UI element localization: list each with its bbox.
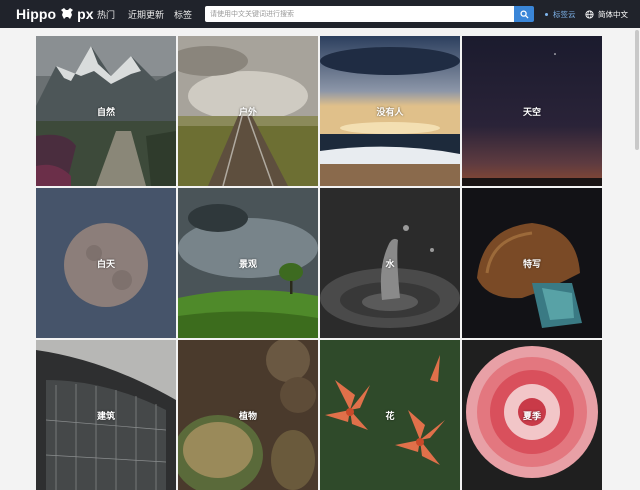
tag-cloud-label: 标签云: [553, 9, 576, 19]
category-tile-architecture[interactable]: 建筑: [36, 340, 176, 490]
category-tile-water[interactable]: 水: [320, 188, 460, 338]
nav-tags[interactable]: 标签: [174, 0, 192, 28]
category-tile-summer[interactable]: 夏季: [462, 340, 602, 490]
globe-icon: [585, 9, 594, 19]
logo-text-right: px: [77, 6, 94, 22]
category-label: 花: [385, 411, 395, 422]
tag-cloud-link[interactable]: 标签云: [545, 0, 576, 28]
category-label: 天空: [522, 107, 541, 118]
category-label: 景观: [238, 259, 257, 270]
top-navigation-bar: Hippo px 热门 近期更新 标签 标签云 简体中文: [0, 0, 640, 28]
category-tile-daytime[interactable]: 白天: [36, 188, 176, 338]
search-input[interactable]: [205, 6, 514, 22]
category-tile-closeup[interactable]: 特写: [462, 188, 602, 338]
nav-recent-updates[interactable]: 近期更新: [128, 0, 164, 28]
hippopx-logo[interactable]: Hippo px: [16, 5, 94, 23]
search-button[interactable]: [514, 6, 534, 22]
hippo-logo-icon: [61, 8, 74, 19]
scrollbar-thumb[interactable]: [635, 30, 639, 150]
category-label: 特写: [522, 259, 541, 270]
nav-popular[interactable]: 热门: [97, 0, 115, 28]
category-label: 水: [385, 259, 395, 270]
category-label: 建筑: [96, 411, 115, 422]
category-label: 植物: [238, 411, 257, 422]
category-tile-sky[interactable]: 天空: [462, 36, 602, 186]
category-label: 自然: [96, 107, 115, 118]
page-scrollbar[interactable]: [634, 28, 640, 475]
category-label: 户外: [238, 107, 257, 118]
category-label: 没有人: [376, 107, 404, 118]
category-tile-nature[interactable]: 自然: [36, 36, 176, 186]
category-label: 白天: [96, 259, 115, 270]
category-tile-outdoor[interactable]: 户外: [178, 36, 318, 186]
language-label: 简体中文: [598, 9, 628, 19]
category-tile-flowers[interactable]: 花: [320, 340, 460, 490]
language-selector[interactable]: 简体中文: [585, 0, 628, 28]
logo-text-left: Hippo: [16, 6, 57, 22]
category-tile-no-people[interactable]: 没有人: [320, 36, 460, 186]
category-tile-plants[interactable]: 植物: [178, 340, 318, 490]
category-tile-landscape[interactable]: 景观: [178, 188, 318, 338]
dot-icon: [545, 12, 548, 16]
category-label: 夏季: [522, 411, 541, 422]
search-icon: [519, 9, 529, 19]
